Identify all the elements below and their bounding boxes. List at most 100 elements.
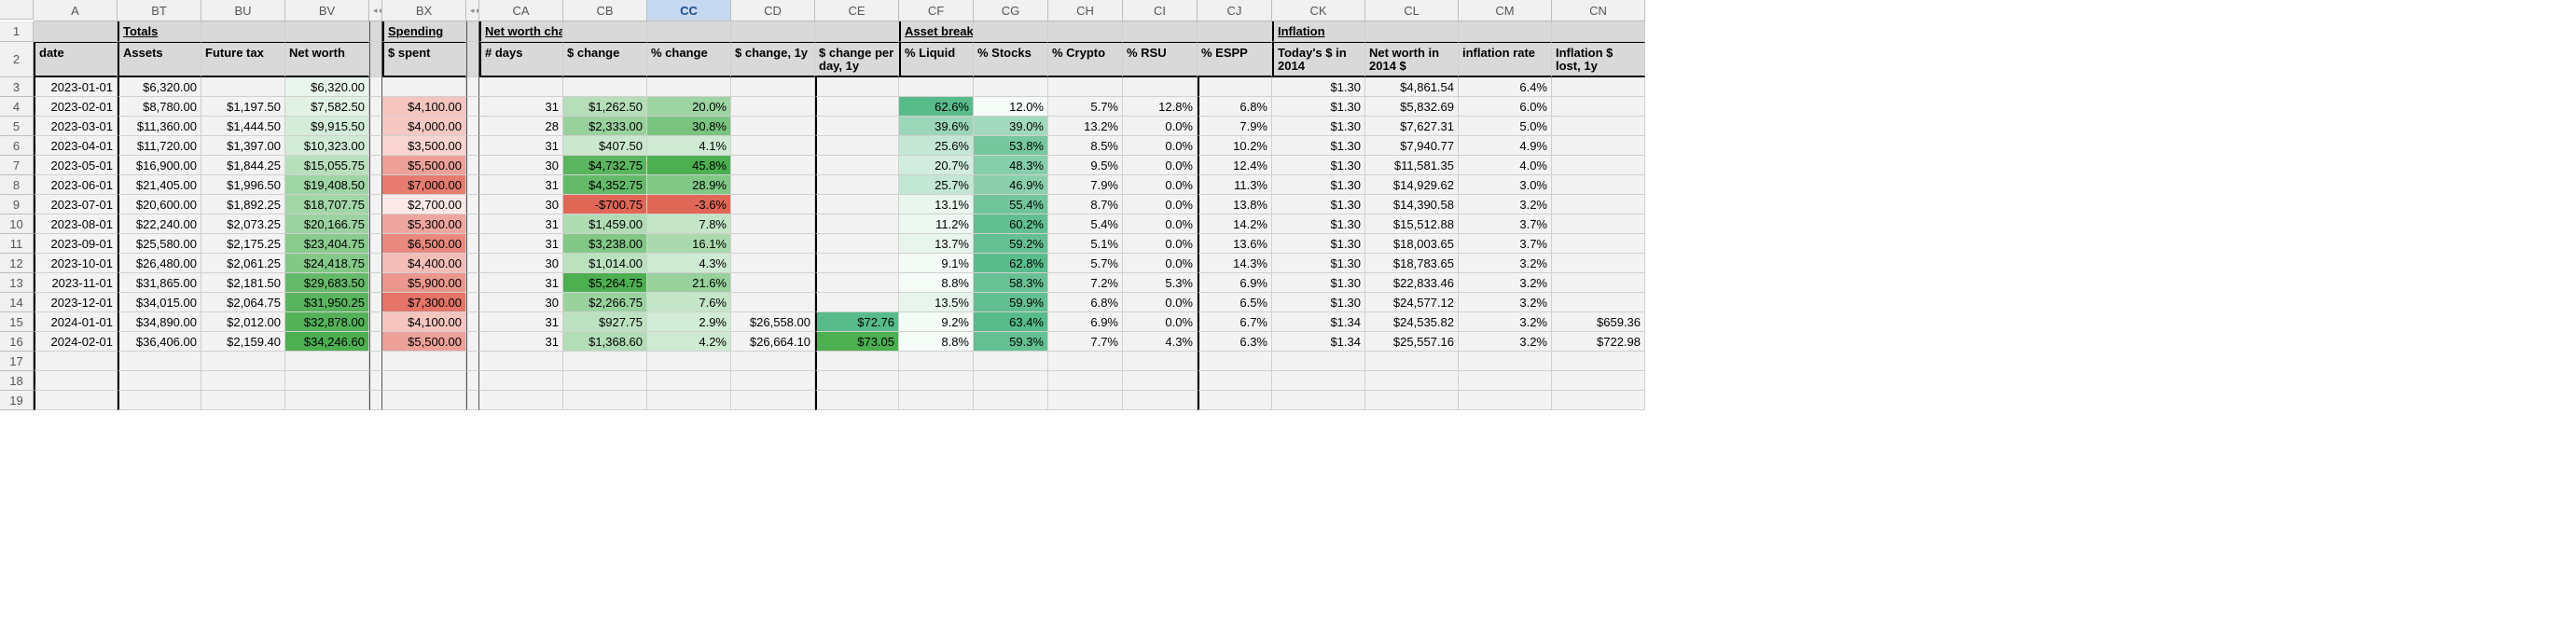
cell-days[interactable]: 31 xyxy=(479,214,563,234)
column-header-CM[interactable]: CM xyxy=(1459,0,1552,21)
cell-pc[interactable]: 30.8% xyxy=(647,117,731,136)
cell-cry[interactable]: 8.7% xyxy=(1048,195,1123,214)
column-header-BU[interactable]: BU xyxy=(201,0,285,21)
cell-dcd[interactable]: $73.05 xyxy=(815,332,899,352)
cell-pc[interactable] xyxy=(647,391,731,410)
cell-dc[interactable]: -$700.75 xyxy=(563,195,647,214)
cell-assets[interactable]: $20,600.00 xyxy=(118,195,201,214)
cell-stk[interactable]: 55.4% xyxy=(974,195,1048,214)
cell-dc[interactable] xyxy=(563,391,647,410)
cell-il[interactable] xyxy=(1552,371,1645,391)
cell-days[interactable]: 31 xyxy=(479,312,563,332)
cell-dc1[interactable] xyxy=(731,175,815,195)
cell-dcd[interactable] xyxy=(815,136,899,156)
cell-spent[interactable]: $5,500.00 xyxy=(382,156,466,175)
cell-tax[interactable]: $1,397.00 xyxy=(201,136,285,156)
column-group-toggle[interactable]: ◂ ▸ xyxy=(466,0,479,21)
cell-pc[interactable] xyxy=(647,352,731,371)
cell-cry[interactable]: 7.7% xyxy=(1048,332,1123,352)
column-header-CF[interactable]: CF xyxy=(899,0,974,21)
cell-stk[interactable]: 62.8% xyxy=(974,254,1048,273)
cell-pc[interactable]: 20.0% xyxy=(647,97,731,117)
cell-il[interactable] xyxy=(1552,97,1645,117)
row-header[interactable]: 16 xyxy=(0,332,34,352)
cell-liq[interactable]: 9.2% xyxy=(899,312,974,332)
column-header-CG[interactable]: CG xyxy=(974,0,1048,21)
cell-pc[interactable]: -3.6% xyxy=(647,195,731,214)
cell-nw[interactable]: $32,878.00 xyxy=(285,312,369,332)
cell-esp[interactable]: 6.5% xyxy=(1198,293,1272,312)
cell-ir[interactable] xyxy=(1459,352,1552,371)
cell-rsu[interactable] xyxy=(1123,77,1198,97)
cell-rsu[interactable]: 0.0% xyxy=(1123,214,1198,234)
cell-dc1[interactable] xyxy=(731,195,815,214)
cell-dc1[interactable] xyxy=(731,273,815,293)
cell-dc1[interactable] xyxy=(731,234,815,254)
cell-t14[interactable]: $1.30 xyxy=(1272,117,1365,136)
cell-ir[interactable]: 3.2% xyxy=(1459,195,1552,214)
cell-cry[interactable]: 7.9% xyxy=(1048,175,1123,195)
cell-esp[interactable]: 11.3% xyxy=(1198,175,1272,195)
cell-ir[interactable]: 3.2% xyxy=(1459,332,1552,352)
cell-date[interactable] xyxy=(34,391,118,410)
cell-cry[interactable]: 7.2% xyxy=(1048,273,1123,293)
cell-dc[interactable]: $1,262.50 xyxy=(563,97,647,117)
cell-spent[interactable]: $4,100.00 xyxy=(382,97,466,117)
cell-tax[interactable] xyxy=(201,391,285,410)
cell-tax[interactable]: $2,159.40 xyxy=(201,332,285,352)
cell-dc1[interactable] xyxy=(731,77,815,97)
cell-t14[interactable]: $1.30 xyxy=(1272,293,1365,312)
cell-liq[interactable]: 25.6% xyxy=(899,136,974,156)
cell-dcd[interactable] xyxy=(815,117,899,136)
cell-esp[interactable]: 6.3% xyxy=(1198,332,1272,352)
cell-dc[interactable]: $407.50 xyxy=(563,136,647,156)
cell-il[interactable] xyxy=(1552,234,1645,254)
cell-assets[interactable]: $8,780.00 xyxy=(118,97,201,117)
cell-dc[interactable]: $1,368.60 xyxy=(563,332,647,352)
cell-spent[interactable] xyxy=(382,352,466,371)
cell-stk[interactable]: 53.8% xyxy=(974,136,1048,156)
cell-il[interactable] xyxy=(1552,254,1645,273)
cell-il[interactable] xyxy=(1552,352,1645,371)
cell-nw[interactable]: $29,683.50 xyxy=(285,273,369,293)
cell-il[interactable] xyxy=(1552,117,1645,136)
row-header[interactable]: 3 xyxy=(0,77,34,97)
cell-pc[interactable]: 21.6% xyxy=(647,273,731,293)
row-header[interactable]: 11 xyxy=(0,234,34,254)
cell-ir[interactable]: 3.2% xyxy=(1459,254,1552,273)
cell-days[interactable]: 31 xyxy=(479,97,563,117)
row-header[interactable]: 12 xyxy=(0,254,34,273)
cell-date[interactable]: 2023-02-01 xyxy=(34,97,118,117)
cell-ir[interactable]: 3.0% xyxy=(1459,175,1552,195)
row-header[interactable]: 10 xyxy=(0,214,34,234)
cell-nw14[interactable]: $22,833.46 xyxy=(1365,273,1459,293)
cell-rsu[interactable]: 0.0% xyxy=(1123,312,1198,332)
cell-cry[interactable] xyxy=(1048,77,1123,97)
cell-esp[interactable]: 13.8% xyxy=(1198,195,1272,214)
cell-assets[interactable]: $34,015.00 xyxy=(118,293,201,312)
cell-dc1[interactable] xyxy=(731,117,815,136)
cell-il[interactable] xyxy=(1552,293,1645,312)
cell-assets[interactable]: $11,360.00 xyxy=(118,117,201,136)
row-header[interactable]: 7 xyxy=(0,156,34,175)
cell-assets[interactable]: $22,240.00 xyxy=(118,214,201,234)
cell-dcd[interactable] xyxy=(815,391,899,410)
column-header-CD[interactable]: CD xyxy=(731,0,815,21)
cell-dc[interactable]: $4,352.75 xyxy=(563,175,647,195)
cell-rsu[interactable]: 0.0% xyxy=(1123,136,1198,156)
cell-spent[interactable]: $3,500.00 xyxy=(382,136,466,156)
cell-t14[interactable]: $1.30 xyxy=(1272,77,1365,97)
cell-esp[interactable] xyxy=(1198,352,1272,371)
cell-tax[interactable]: $2,181.50 xyxy=(201,273,285,293)
cell-tax[interactable]: $1,892.25 xyxy=(201,195,285,214)
row-header[interactable]: 18 xyxy=(0,371,34,391)
cell-dcd[interactable] xyxy=(815,156,899,175)
cell-stk[interactable] xyxy=(974,371,1048,391)
cell-dcd[interactable] xyxy=(815,254,899,273)
cell-date[interactable]: 2023-06-01 xyxy=(34,175,118,195)
cell-dc1[interactable] xyxy=(731,97,815,117)
cell-pc[interactable]: 16.1% xyxy=(647,234,731,254)
cell-pc[interactable]: 2.9% xyxy=(647,312,731,332)
cell-spent[interactable]: $5,500.00 xyxy=(382,332,466,352)
cell-nw[interactable]: $24,418.75 xyxy=(285,254,369,273)
